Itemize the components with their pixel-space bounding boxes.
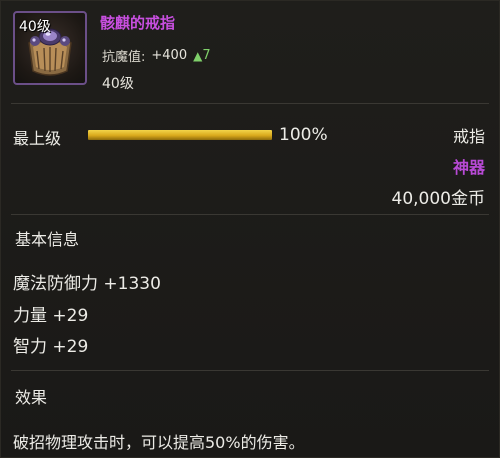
stat-line: 魔法防御力 +1330 — [13, 274, 161, 294]
item-icon-frame[interactable]: 40级 — [13, 11, 87, 85]
item-level: 40级 — [102, 76, 134, 92]
rarity-label: 神器 — [452, 158, 485, 177]
equip-slot: 戒指 — [452, 127, 485, 146]
grade-percent: 100% — [279, 125, 328, 145]
magic-resist-label: 抗魔值: — [102, 50, 146, 65]
item-name: 骸麒的戒指 — [100, 14, 176, 32]
up-triangle-icon: ▲ — [193, 48, 203, 63]
basic-info-title: 基本信息 — [15, 230, 80, 249]
magic-resist-value: +400 — [151, 48, 188, 63]
divider — [11, 370, 489, 371]
magic-resist-row: 抗魔值: +400 ▲ 7 — [102, 46, 211, 65]
grade-progress-fill — [88, 130, 272, 140]
grade-label: 最上级 — [13, 129, 62, 148]
effect-text: 破招物理攻击时，可以提高50%的伤害。 — [13, 433, 305, 452]
divider — [11, 214, 489, 215]
grade-progress-bar — [88, 130, 272, 140]
price: 40,000金币 — [391, 189, 485, 209]
divider — [11, 103, 489, 104]
icon-level-tag: 40级 — [19, 19, 51, 35]
item-tooltip: 40级 骸麒的戒指 抗魔值: +400 ▲ 7 40级 最上级 100% 戒指 神… — [0, 0, 500, 458]
magic-resist-delta: 7 — [202, 48, 211, 63]
stat-line: 智力 +29 — [13, 337, 89, 357]
effect-title: 效果 — [15, 388, 48, 407]
stat-line: 力量 +29 — [13, 306, 89, 326]
